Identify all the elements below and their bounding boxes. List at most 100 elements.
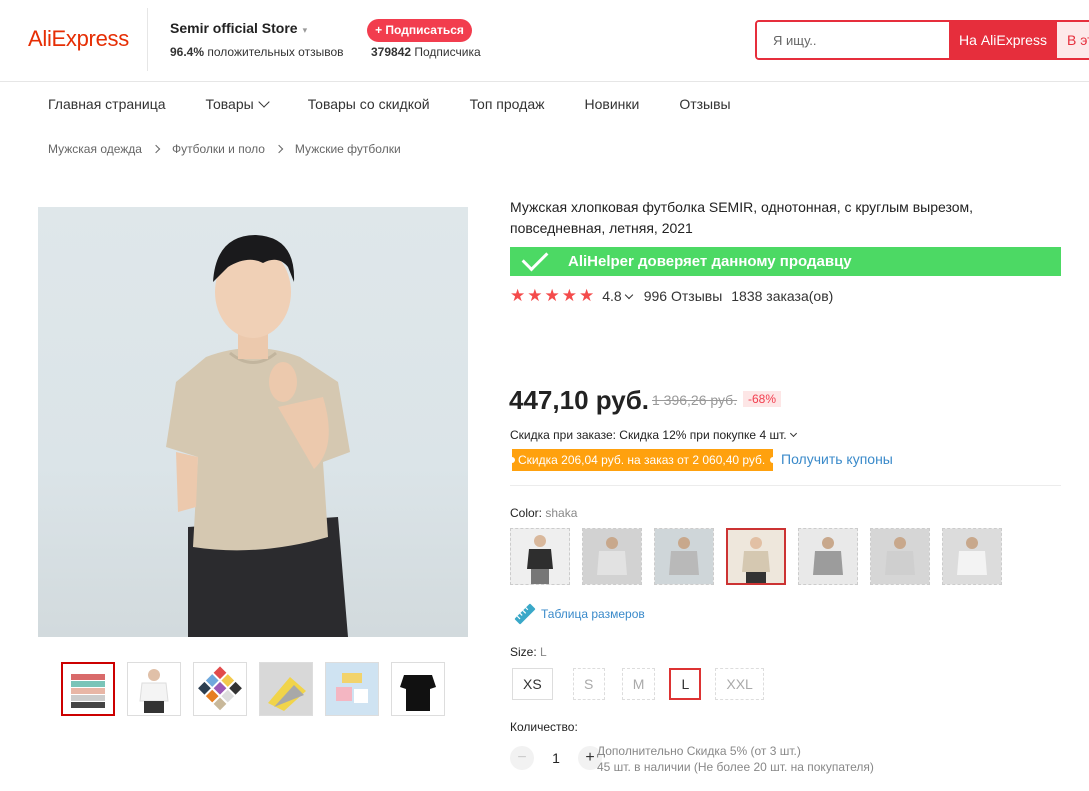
color-swatch[interactable] (582, 528, 642, 585)
thumbnail[interactable] (391, 662, 445, 716)
aliexpress-logo[interactable]: AliExpress (28, 26, 129, 52)
size-option-m[interactable]: M (621, 668, 656, 700)
size-option-s[interactable]: S (572, 668, 605, 700)
order-discount-text: Скидка при заказе: Скидка 12% при покупк… (510, 428, 787, 442)
current-price: 447,10 руб. (509, 385, 650, 415)
color-swatch[interactable] (870, 528, 930, 585)
size-options: XS S M L XXL (512, 668, 785, 700)
size-label-text: Size: (510, 645, 537, 659)
rating-text: положительных отзывов (207, 45, 344, 59)
check-icon (521, 244, 549, 271)
nav-home[interactable]: Главная страница (48, 96, 166, 112)
swatch-image (511, 529, 569, 584)
search-aliexpress-button[interactable]: На AliExpress (949, 22, 1057, 58)
thumbnail[interactable] (127, 662, 181, 716)
nav-top-label: Топ продаж (469, 96, 545, 112)
subscribe-button[interactable]: + Подписаться (367, 19, 472, 42)
decrease-button[interactable]: − (510, 746, 534, 770)
breadcrumb-item[interactable]: Мужская одежда (48, 142, 142, 156)
nav-new[interactable]: Новинки (584, 96, 639, 112)
followers: 379842 Подписчика (371, 45, 481, 59)
rating-percent: 96.4% (170, 45, 205, 59)
chevron-right-icon (274, 144, 284, 154)
quantity-value[interactable]: 1 (534, 750, 578, 766)
order-discount[interactable]: Скидка при заказе: Скидка 12% при покупк… (510, 428, 797, 442)
thumbnail[interactable] (259, 662, 313, 716)
thumbnail[interactable] (325, 662, 379, 716)
reviews-count[interactable]: 996 Отзывы (644, 288, 723, 304)
color-swatch[interactable] (942, 528, 1002, 585)
nav-products[interactable]: Товары (206, 96, 270, 112)
nav-top[interactable]: Топ продаж (470, 96, 545, 112)
color-swatch[interactable] (726, 528, 786, 585)
orders-count: 1838 заказа(ов) (731, 288, 834, 304)
chevron-right-icon (151, 144, 161, 154)
nav-sale[interactable]: Товары со скидкой (308, 96, 430, 112)
size-chart-label: Таблица размеров (541, 607, 645, 621)
star-rating: ★ ★ ★ ★ ★ (510, 287, 596, 305)
star-icon: ★ (527, 286, 543, 305)
model-illustration (166, 235, 350, 637)
thumb-image (326, 663, 378, 715)
search-store-button[interactable]: В этом (1057, 22, 1089, 58)
followers-text: Подписчика (414, 45, 481, 59)
breadcrumb-item[interactable]: Футболки и поло (172, 142, 265, 156)
size-option-xxl[interactable]: XXL (715, 668, 764, 700)
size-label: Size: L (510, 645, 547, 659)
star-icon: ★ (579, 286, 595, 305)
thumb-image (400, 675, 436, 711)
get-coupons-link[interactable]: Получить купоны (781, 451, 893, 467)
nav-home-label: Главная страница (48, 96, 166, 112)
nav-new-label: Новинки (584, 96, 640, 112)
size-value: L (540, 645, 547, 659)
trust-banner-text: AliHelper доверяет данному продавцу (568, 253, 852, 270)
size-option-l[interactable]: L (669, 668, 702, 700)
breadcrumb: Мужская одежда Футболки и поло Мужские ф… (48, 142, 401, 156)
color-swatch[interactable] (654, 528, 714, 585)
followers-count: 379842 (371, 45, 412, 59)
rating-value[interactable]: 4.8 (602, 288, 621, 304)
divider (510, 485, 1061, 486)
main-product-image[interactable] (38, 207, 468, 637)
discount-badge: -68% (743, 391, 782, 407)
swatch-image (799, 529, 857, 584)
swatch-image (728, 530, 784, 583)
thumbnail[interactable] (193, 662, 247, 716)
star-icon: ★ (561, 286, 577, 305)
color-swatches (510, 528, 1014, 585)
store-name-text: Semir official Store (170, 20, 298, 36)
thumbnail[interactable] (61, 662, 115, 716)
size-option-xs[interactable]: XS (512, 668, 553, 700)
thumb-image (139, 669, 169, 713)
color-label-text: Color: (510, 506, 543, 520)
chevron-down-icon (258, 96, 270, 108)
coupon-tag: Скидка 206,04 руб. на заказ от 2 060,40 … (509, 449, 776, 471)
size-chart-link[interactable]: Таблица размеров (513, 602, 645, 626)
swatch-image (943, 529, 1001, 584)
product-title: Мужская хлопковая футболка SEMIR, одното… (510, 199, 974, 236)
chevron-down-icon[interactable] (624, 290, 633, 299)
store-nav: Главная страница Товары Товары со скидко… (48, 96, 771, 112)
old-price: 1 396,26 руб. (652, 392, 738, 408)
trust-banner: AliHelper доверяет данному продавцу (510, 244, 1061, 276)
swatch-image (583, 529, 641, 584)
quantity-stepper: − 1 + (510, 746, 602, 770)
color-label: Color: shaka (510, 506, 577, 520)
header-divider (147, 8, 148, 71)
nav-reviews-label: Отзывы (679, 96, 731, 112)
quantity-label: Количество: (510, 720, 578, 734)
chevron-down-icon (789, 429, 797, 438)
search-input[interactable] (757, 22, 949, 58)
store-caret-icon[interactable]: ▾ (303, 25, 308, 35)
color-swatch[interactable] (798, 528, 858, 585)
store-name[interactable]: Semir official Store ▾ (170, 20, 307, 36)
breadcrumb-item[interactable]: Мужские футболки (295, 142, 401, 156)
store-rating: 96.4% положительных отзывов (170, 45, 344, 59)
thumb-image (71, 674, 105, 708)
thumb-image (198, 666, 242, 711)
color-swatch[interactable] (510, 528, 570, 585)
extra-discount: Дополнительно Скидка 5% (от 3 шт.) (597, 744, 801, 758)
stock-info: 45 шт. в наличии (Не более 20 шт. на пок… (597, 760, 874, 774)
nav-reviews[interactable]: Отзывы (679, 96, 730, 112)
swatch-image (655, 529, 713, 584)
